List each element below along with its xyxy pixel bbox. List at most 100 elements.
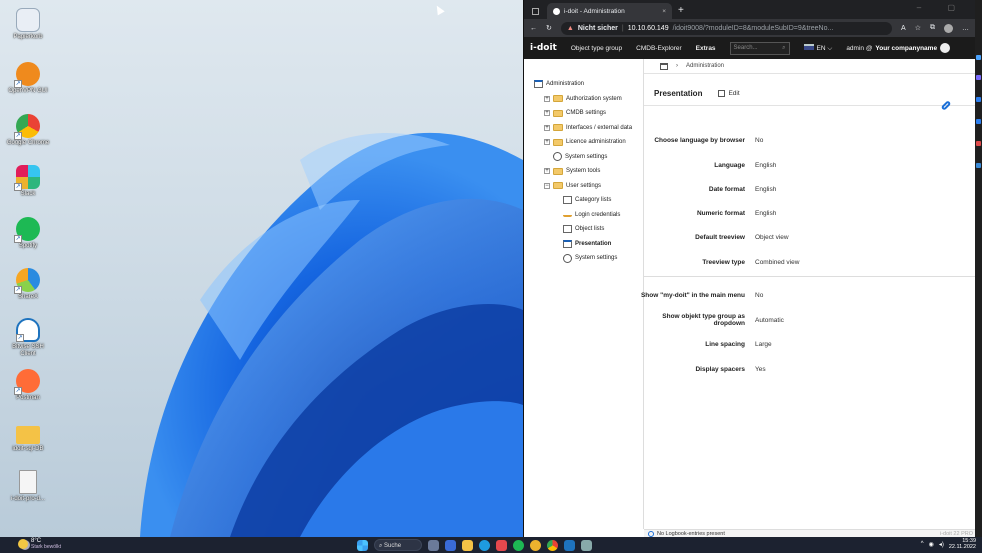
tree-item-label: Category lists (575, 197, 612, 204)
desktop-icon-sharex[interactable]: ↗ ShareX (4, 268, 52, 301)
menu-icon[interactable]: … (962, 25, 969, 32)
expand-toggle-icon[interactable]: + (544, 168, 550, 175)
explorer-icon[interactable] (462, 539, 473, 551)
nav-cmdb-explorer[interactable]: CMDB-Explorer (636, 45, 682, 52)
edit-button[interactable]: Edit (718, 90, 740, 97)
tree-item[interactable]: + System tools (534, 164, 643, 179)
folder-icon (553, 109, 563, 117)
sidebar-tools-icon[interactable] (976, 97, 981, 102)
slack-taskbar-icon[interactable] (530, 539, 541, 551)
task-view-icon[interactable] (428, 539, 439, 551)
close-tab-icon[interactable]: × (662, 8, 666, 15)
desktop-icon-slack[interactable]: ↗ Slack (4, 165, 52, 198)
expand-toggle-icon[interactable]: − (544, 182, 550, 189)
expand-toggle-icon[interactable]: + (544, 95, 550, 102)
back-icon[interactable]: ← (530, 25, 537, 32)
folder-icon (553, 124, 563, 132)
app-red-icon[interactable] (496, 539, 507, 551)
photo-icon[interactable] (581, 539, 592, 551)
folder-icon (553, 95, 563, 103)
breadcrumb-item[interactable]: Administration (686, 63, 724, 69)
user-menu[interactable]: admin @ Your companyname (846, 43, 951, 53)
start-icon[interactable] (357, 539, 368, 551)
sidebar-shopping-icon[interactable] (976, 75, 981, 80)
nav-extras[interactable]: Extras (696, 45, 716, 52)
desktop-icon-spotify[interactable]: ↗ Spotify (4, 217, 52, 250)
tab-administration[interactable]: i-doit - Administration × (547, 3, 672, 19)
collections-icon[interactable]: ⧉ (930, 24, 935, 32)
nav-search-input[interactable]: Search... ⌕ (729, 41, 790, 55)
edge-sidebar (975, 0, 982, 537)
tree-item[interactable]: − User settings (534, 179, 643, 194)
search-icon[interactable]: ⌕ (782, 45, 785, 52)
avatar[interactable] (940, 43, 951, 53)
desktop-icon-chrome[interactable]: ↗ Google Chrome (4, 114, 52, 147)
tree-item[interactable]: Object lists (534, 222, 643, 237)
desktop-icon-recycle-bin[interactable]: Papierkorb (4, 8, 52, 41)
network-icon[interactable]: ◉ (929, 541, 934, 548)
tree-item[interactable]: Login credentials (534, 208, 643, 223)
desktop-icon-folder[interactable]: idoit-sql-DB (4, 422, 52, 453)
weather-widget[interactable]: 8°C Stark bewölkt (18, 538, 61, 550)
new-tab-icon[interactable]: + (678, 5, 684, 16)
taskbar-search[interactable]: ⌕ Suche (374, 539, 422, 551)
read-aloud-icon[interactable]: A (901, 25, 906, 32)
tab-title: i-doit - Administration (564, 7, 625, 15)
window-controls[interactable]: – ▢ (917, 3, 967, 12)
weather-icon (18, 539, 28, 549)
expand-toggle-icon[interactable]: + (544, 110, 550, 117)
tree-item[interactable]: System settings (534, 150, 643, 165)
settings-row: Show "my-doit" in the main menu No (641, 289, 975, 301)
url-field[interactable]: ▲ Nicht sicher | 10.10.60.149/idoit9008/… (560, 21, 893, 35)
bitvise-taskbar-icon[interactable] (564, 539, 575, 551)
chat-icon[interactable] (445, 539, 456, 551)
favorites-icon[interactable]: ☆ (915, 24, 921, 32)
desktop-icon-postman[interactable]: ↗ Postman (4, 369, 52, 402)
tree-item[interactable]: Presentation (534, 237, 643, 252)
tree-item[interactable]: + Authorization system (534, 92, 643, 107)
desktop-icon-bitvise[interactable]: ↗ Bitvise SSH Client (4, 318, 52, 358)
sidebar-office-icon[interactable] (976, 141, 981, 146)
security-status[interactable]: Nicht sicher (578, 25, 618, 32)
tree-item[interactable]: + Licence administration (534, 135, 643, 150)
home-icon[interactable] (660, 62, 668, 70)
bitvise-icon: ↗ (16, 318, 40, 342)
clock-date: 22.11.2022 (948, 544, 976, 550)
tree-item[interactable]: + Interfaces / external data (534, 121, 643, 136)
setting-label: Choose language by browser (654, 136, 745, 144)
tree-item[interactable]: Administration (534, 77, 643, 92)
tree-item-label: System settings (575, 255, 618, 262)
slack-icon: ↗ (14, 165, 40, 191)
clock[interactable]: 15:39 22.11.2022 (949, 538, 976, 550)
sidebar-outlook-icon[interactable] (976, 163, 981, 168)
recycle-bin-icon (16, 8, 40, 32)
spotify-taskbar-icon[interactable] (513, 539, 524, 551)
sidebar-search-icon[interactable] (976, 55, 981, 60)
list-icon (563, 196, 572, 205)
spotify-icon: ↗ (14, 217, 40, 243)
expand-toggle-icon[interactable]: + (544, 139, 550, 146)
desktop-icon-openvpn[interactable]: ↗ OpenVPN GUI (4, 62, 52, 95)
tree-item[interactable]: Category lists (534, 193, 643, 208)
tray-chevron-icon[interactable]: ^ (921, 541, 924, 547)
sidebar-games-icon[interactable] (976, 119, 981, 124)
idoit-logo[interactable]: i-doit (530, 43, 557, 53)
reload-icon[interactable]: ↻ (546, 24, 552, 32)
nav-object-type-group[interactable]: Object type group (571, 45, 622, 52)
sharex-icon: ↗ (14, 268, 40, 294)
volume-icon[interactable]: ◂) (939, 541, 944, 548)
chrome-taskbar-icon[interactable] (547, 539, 558, 551)
settings-row: Treeview type Combined view (644, 256, 975, 268)
profile-icon[interactable] (944, 23, 953, 33)
system-tray: ^ ◉ ◂) 15:39 22.11.2022 (921, 538, 976, 550)
desktop-icon-file[interactable]: i-doit-pro-d... (4, 470, 52, 503)
tree-item[interactable]: + CMDB settings (534, 106, 643, 121)
language-selector[interactable]: EN ⌵ (803, 43, 832, 53)
edge-icon[interactable] (479, 539, 490, 551)
tree-item[interactable]: System settings (534, 251, 643, 266)
tree-item-label: CMDB settings (566, 110, 607, 117)
expand-toggle-icon[interactable]: + (544, 124, 550, 131)
tab-actions-icon[interactable] (532, 8, 539, 15)
settings-row: Show objekt type group as dropdown Automa… (644, 313, 975, 327)
gear-icon (553, 152, 562, 162)
